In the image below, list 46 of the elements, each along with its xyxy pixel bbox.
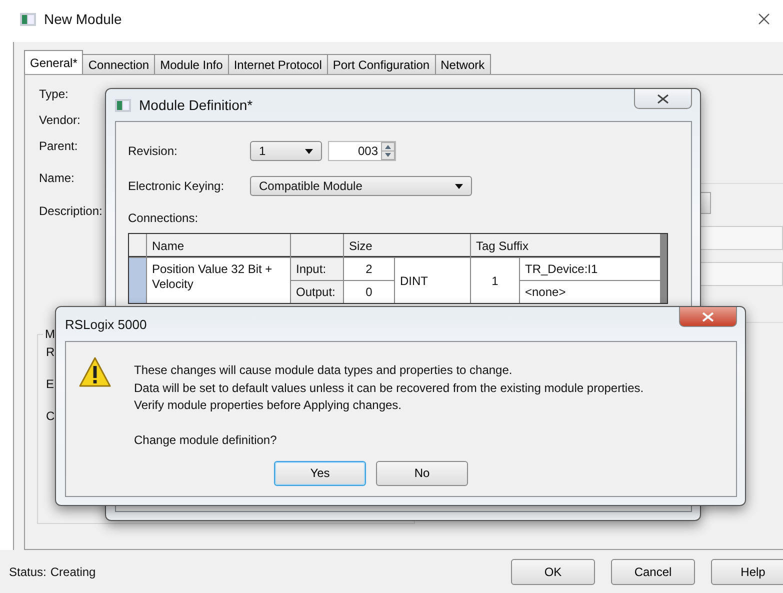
field-label: Parent: [39,139,78,153]
dialog-button[interactable]: No [376,460,468,486]
table-cell: <none> [520,281,660,303]
question-text: Change module definition? [134,432,278,448]
dialog-title: Module Definition* [139,97,253,113]
field-label: R [46,345,55,359]
table-cell: DINT [395,258,470,303]
status-value: Creating [50,564,96,578]
dialog-title: RSLogix 5000 [65,316,147,332]
field-label: Revision: [128,144,178,158]
dialog-button[interactable]: OK [511,558,595,584]
table-cell: 1 [471,258,519,303]
dialog-button[interactable]: Cancel [611,558,695,584]
message-text: These changes will cause module data types and properties to change. [134,362,514,379]
tab[interactable]: Connection [82,54,156,74]
status-label: Status: [9,564,46,578]
table-cell: Input: [291,258,343,280]
connections-label: Connections: [127,210,200,227]
dialog-button[interactable]: Yes [274,460,366,486]
keying-dropdown[interactable]: Compatible Module [250,176,472,196]
tab[interactable]: Internet Protocol [228,54,328,74]
field-label: Type: [39,87,68,101]
column-header: Tag Suffix [471,234,660,257]
revision-spinner[interactable]: 003 [328,141,396,161]
tab[interactable]: Port Configuration [326,54,436,74]
field-label: Electronic Keying: [128,179,226,193]
tab[interactable]: Module Info [154,54,229,74]
table-cell: 0 [344,281,394,303]
tab[interactable]: General* [24,50,84,74]
table-cell: 2 [344,258,394,280]
revision-dropdown[interactable]: 1 [250,141,322,161]
field-label: E [46,377,54,391]
field-label: C [46,409,55,423]
message-text: Data will be set to default values unless it can be recovered from the existing module properties. [134,380,644,396]
window-title: New Module [44,11,122,27]
field-label: Name: [39,171,74,185]
column-header: Name [147,234,290,257]
tab[interactable]: Network [434,54,491,74]
field-label: Description: [39,204,102,218]
field-label: Vendor: [39,113,80,127]
column-header: Size [344,234,470,257]
message-text: Verify module properties before Applying changes. [134,397,402,414]
table-cell: TR_Device:I1 [520,258,660,280]
table-cell: Position Value 32 Bit + Velocity [147,258,290,303]
dialog-button[interactable]: Help [711,558,783,584]
table-cell: Output: [291,281,343,303]
